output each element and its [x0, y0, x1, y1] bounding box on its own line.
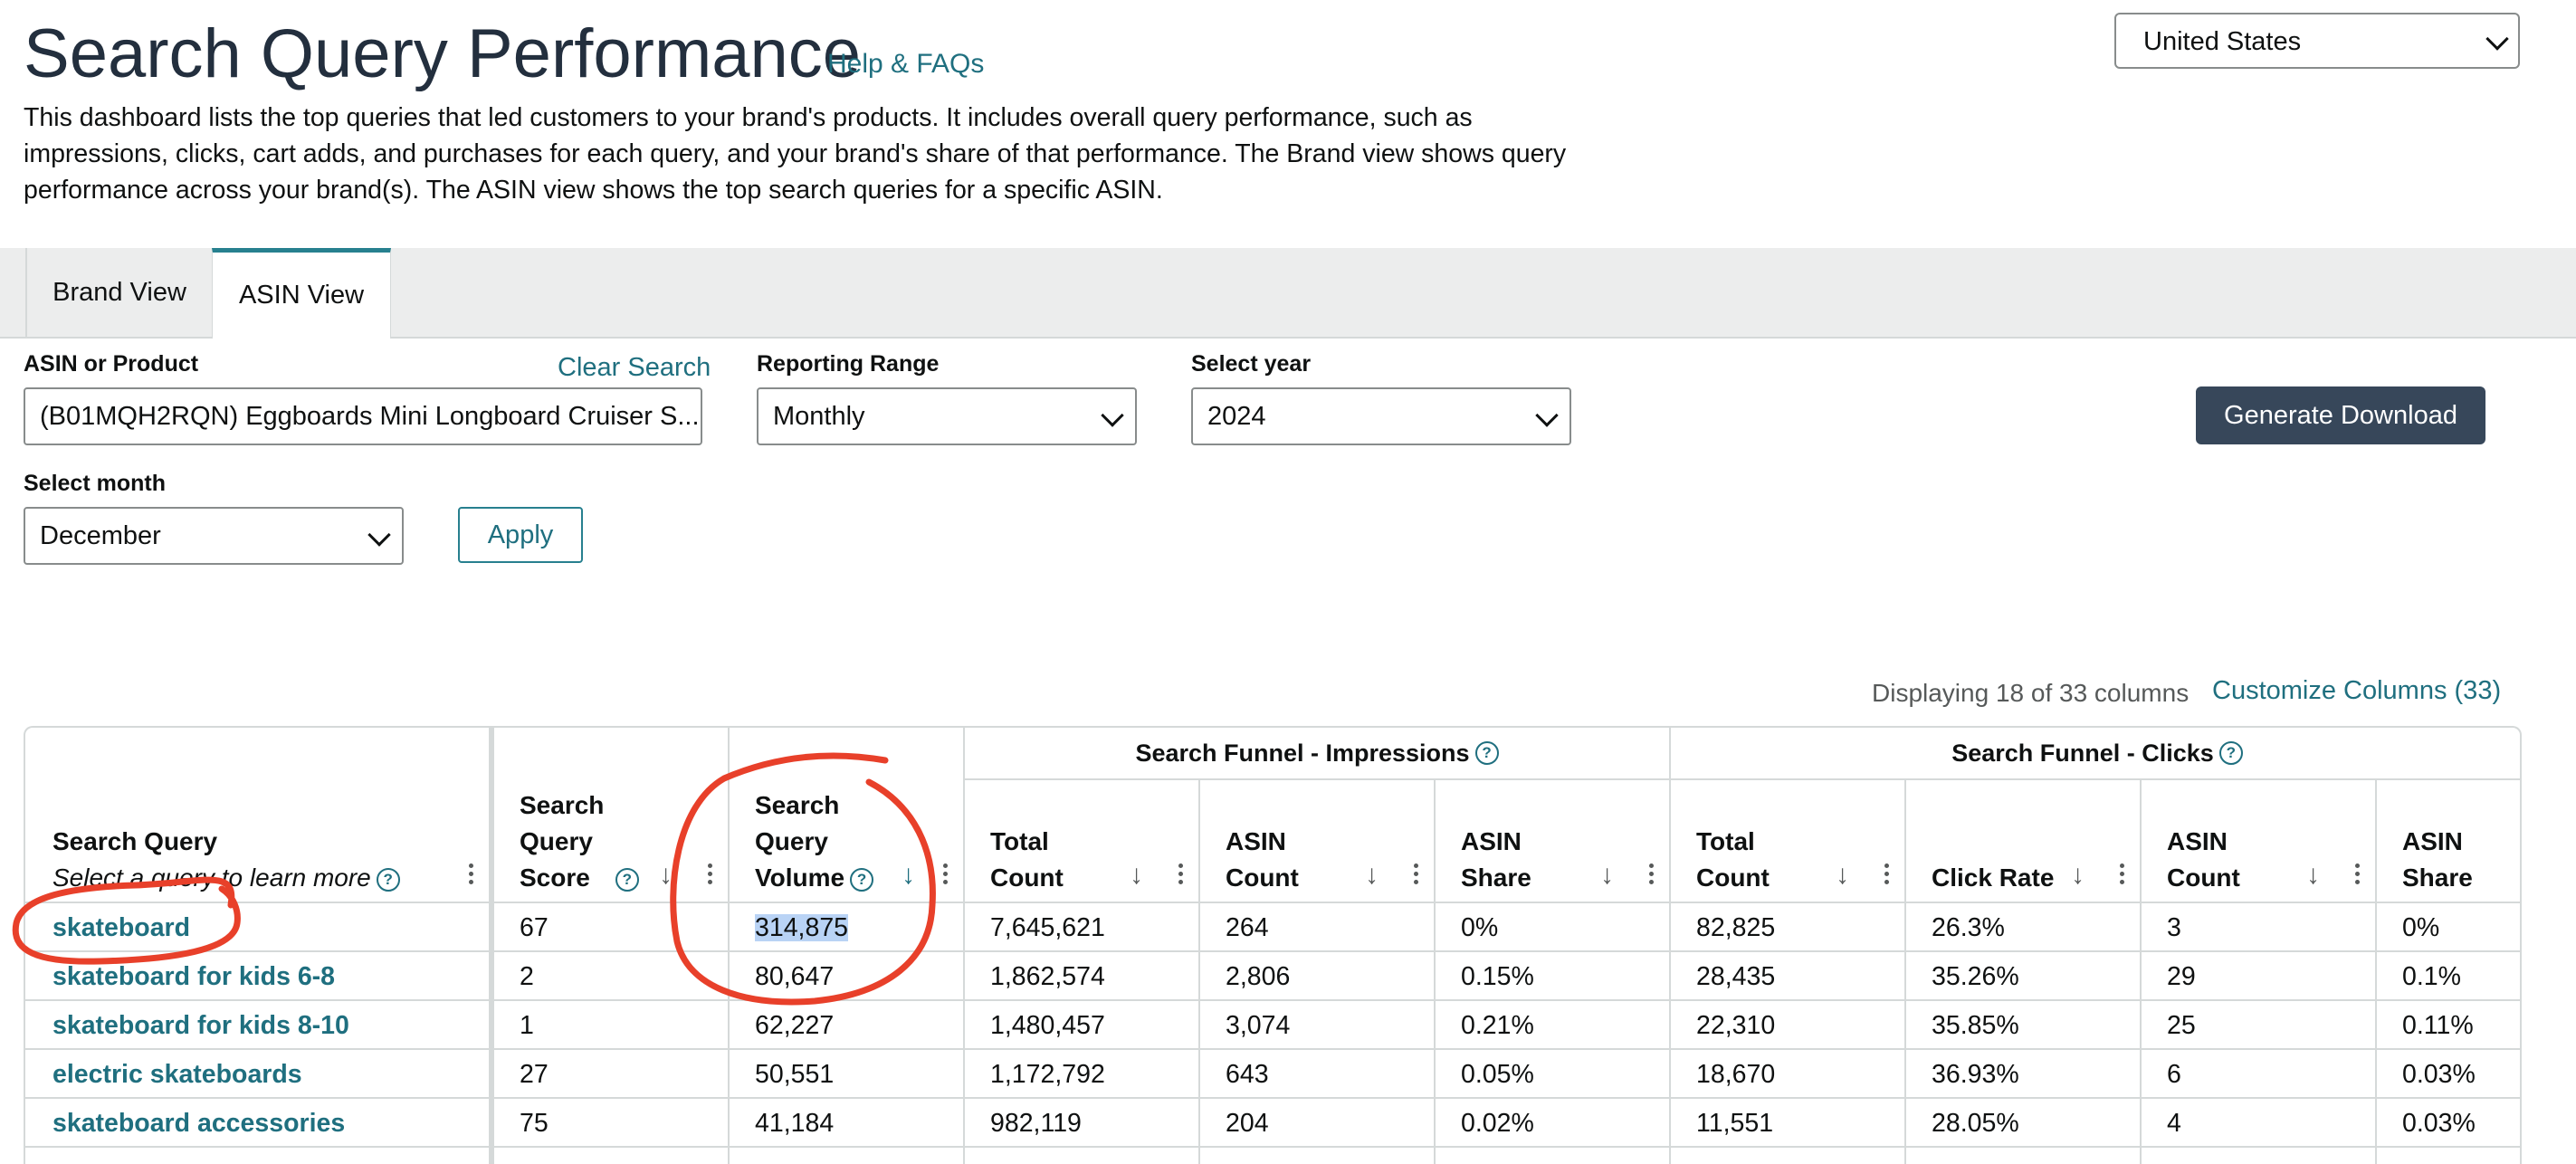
annotation-overlay	[12, 752, 936, 1006]
annotation-circle-skateboard	[12, 876, 241, 965]
annotation-circle-volume	[670, 752, 936, 1006]
